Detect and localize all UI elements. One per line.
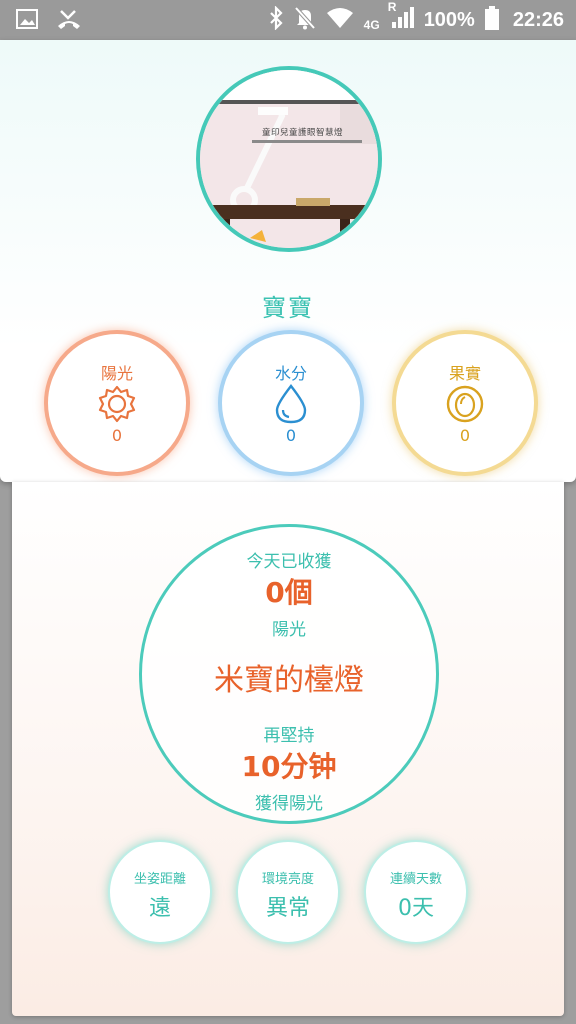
metric-label: 坐姿距離 [133,872,186,887]
today-harvest-label: 今天已收獲 [246,552,332,572]
roaming-indicator: R [387,0,397,14]
lamp-photo [200,70,378,248]
stat-value: 0 [459,426,471,445]
avatar[interactable]: 童印兒童護眼智慧燈 [196,66,382,252]
stat-fruit[interactable]: 果實 0 [392,330,538,476]
remaining-time: 10分钟 [241,750,337,783]
harvest-circle[interactable]: 今天已收獲 0個 陽光 米寶的檯燈 再堅持 10分钟 獲得陽光 [139,524,439,824]
missed-call-icon [56,8,82,35]
battery-icon [484,5,499,35]
harvest-unit: 陽光 [272,620,306,640]
bluetooth-icon [268,4,284,35]
stat-value: 0 [111,426,123,445]
image-icon [16,9,38,34]
profile-card: 童印兒童護眼智慧燈 寶寶 陽光 0 水分 0 果實 0 [0,40,576,482]
fruit-icon [445,384,485,424]
metric-value: 異常 [265,896,310,921]
keep-going-label: 再堅持 [263,726,315,746]
sun-icon [97,384,137,424]
stat-label: 水分 [274,364,307,383]
reward-label: 獲得陽光 [255,794,323,814]
harvest-count: 0個 [265,576,313,609]
clock: 22:26 [512,8,564,31]
battery-percent: 100% [423,8,475,31]
photo-subcaption [252,140,362,143]
stat-sunshine[interactable]: 陽光 0 [44,330,190,476]
lamp-name: 米寶的檯燈 [214,663,364,698]
stat-value: 0 [285,426,297,445]
water-drop-icon [271,384,311,424]
status-bar: 4G R 100% 22:26 [0,0,576,40]
wifi-icon [326,7,354,34]
stat-label: 陽光 [100,364,133,383]
sitting-distance-metric[interactable]: 坐姿距離 遠 [108,840,212,944]
metric-value: 0天 [398,896,434,921]
ambient-brightness-metric[interactable]: 環境亮度 異常 [236,840,340,944]
study-card: 今天已收獲 0個 陽光 米寶的檯燈 再堅持 10分钟 獲得陽光 坐姿距離 遠 環… [12,482,564,1016]
consecutive-days-metric[interactable]: 連續天數 0天 [364,840,468,944]
photo-caption: 童印兒童護眼智慧燈 [262,128,344,138]
signal-icon: R [388,0,414,35]
stat-label: 果實 [448,364,481,383]
metric-label: 連續天數 [389,872,442,887]
notifications-off-icon [294,6,316,35]
metric-label: 環境亮度 [261,872,314,887]
metric-value: 遠 [148,896,171,921]
stat-water[interactable]: 水分 0 [218,330,364,476]
baby-name: 寶寶 [262,294,314,322]
network-type: 4G [363,18,380,32]
